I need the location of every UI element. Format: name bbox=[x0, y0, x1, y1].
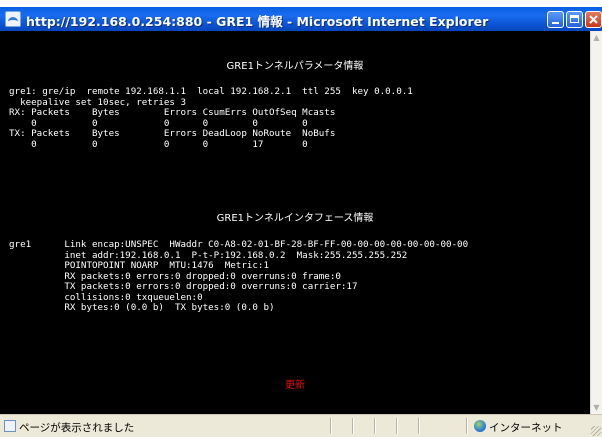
window-title: http://192.168.0.254:880 - GRE1 情報 - Mic… bbox=[26, 14, 489, 29]
tunnel-parameter-output: gre1: gre/ip remote 192.168.1.1 local 19… bbox=[9, 86, 413, 150]
output-line: RX packets:0 errors:0 dropped:0 overruns… bbox=[9, 270, 341, 282]
zone-text: インターネット bbox=[489, 422, 563, 434]
ie-page-icon[interactable] bbox=[5, 11, 21, 27]
page-content: GRE1トンネルパラメータ情報 gre1: gre/ip remote 192.… bbox=[0, 31, 590, 414]
minimize-button[interactable] bbox=[547, 11, 564, 28]
output-line: keepalive set 10sec, retries 3 bbox=[9, 96, 187, 108]
output-line: RX: Packets Bytes Errors CsumErrs OutOfS… bbox=[9, 107, 336, 118]
output-line: RX bytes:0 (0.0 b) TX bytes:0 (0.0 b) bbox=[9, 302, 275, 313]
refresh-link[interactable]: 更新 bbox=[0, 376, 590, 391]
status-divider bbox=[396, 418, 397, 434]
maximize-button[interactable] bbox=[566, 11, 583, 28]
output-line: collisions:0 txqueuelen:0 bbox=[9, 291, 203, 303]
top-strip bbox=[0, 0, 602, 7]
status-divider bbox=[374, 418, 375, 434]
window-titlebar[interactable]: http://192.168.0.254:880 - GRE1 情報 - Mic… bbox=[0, 7, 602, 31]
tunnel-interface-heading: GRE1トンネルインタフェース情報 bbox=[216, 213, 374, 224]
close-icon bbox=[589, 15, 598, 24]
status-divider bbox=[330, 418, 331, 434]
resize-grip-icon[interactable] bbox=[591, 426, 601, 436]
output-line: gre1 Link encap:UNSPEC HWaddr C0-A8-02-0… bbox=[9, 239, 469, 250]
output-line: TX: Packets Bytes Errors DeadLoop NoRout… bbox=[9, 128, 336, 139]
output-line: 0 0 0 0 17 0 bbox=[9, 138, 308, 150]
status-text: ページが表示されました bbox=[19, 422, 135, 434]
vertical-scrollbar[interactable]: ▲ ▼ bbox=[590, 31, 602, 414]
output-line: TX packets:0 errors:0 dropped:0 overruns… bbox=[9, 281, 358, 292]
status-divider bbox=[418, 418, 419, 434]
close-button[interactable] bbox=[585, 11, 602, 28]
status-bar: ページが表示されました インターネット bbox=[0, 414, 602, 437]
page-status-icon bbox=[4, 420, 16, 432]
tunnel-interface-output: gre1 Link encap:UNSPEC HWaddr C0-A8-02-0… bbox=[9, 239, 469, 314]
scroll-down-arrow-icon[interactable]: ▼ bbox=[592, 403, 601, 412]
output-line: POINTOPOINT NOARP MTU:1476 Metric:1 bbox=[9, 260, 269, 271]
output-line: gre1: gre/ip remote 192.168.1.1 local 19… bbox=[9, 86, 413, 97]
output-line: inet addr:192.168.0.1 P-t-P:192.168.0.2 … bbox=[9, 249, 408, 261]
output-line: 0 0 0 0 0 0 bbox=[9, 117, 308, 129]
tunnel-parameter-heading: GRE1トンネルパラメータ情報 bbox=[226, 61, 364, 72]
status-divider bbox=[352, 418, 353, 434]
internet-globe-icon bbox=[474, 420, 486, 432]
scroll-up-arrow-icon[interactable]: ▲ bbox=[592, 33, 601, 42]
status-divider bbox=[466, 418, 467, 434]
